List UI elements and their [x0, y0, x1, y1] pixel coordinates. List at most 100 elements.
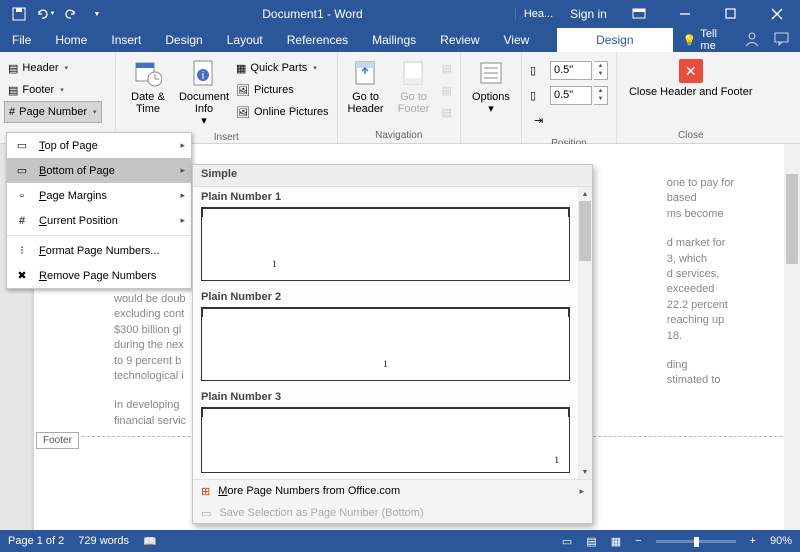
header-position-icon: ▯ — [530, 64, 548, 77]
page-count[interactable]: Page 1 of 2 — [8, 535, 64, 547]
document-info-button[interactable]: iDocument Info▾ — [176, 55, 232, 129]
tab-layout[interactable]: Layout — [215, 28, 275, 52]
word-count[interactable]: 729 words — [78, 535, 129, 547]
group-options: Options▾ Options — [461, 52, 522, 143]
format-page-numbers-icon: ⁝ — [13, 242, 31, 260]
gallery-scrollbar[interactable]: ▲ ▼ — [578, 187, 592, 479]
header-from-top-input[interactable]: ▯0.5"▲▼ — [530, 59, 608, 81]
menu-page-margins[interactable]: ▫Page Margins▸ — [7, 183, 191, 208]
context-tab-label[interactable]: Hea... — [515, 8, 561, 20]
page-number-button[interactable]: #Page Number▾ — [4, 101, 102, 123]
next-button[interactable]: ▤ — [438, 79, 456, 101]
menu-remove-page-numbers[interactable]: ✖Remove Page Numbers — [7, 263, 191, 288]
more-page-numbers-button[interactable]: ⊞More Page Numbers from Office.com▸ — [193, 480, 592, 502]
tab-insert[interactable]: Insert — [99, 28, 153, 52]
insert-alignment-tab-button[interactable]: ⇥ — [530, 109, 608, 131]
close-icon[interactable] — [754, 0, 800, 28]
redo-icon[interactable] — [58, 1, 84, 27]
top-of-page-icon: ▭ — [13, 137, 31, 155]
menu-current-position[interactable]: #Current Position▸ — [7, 208, 191, 233]
preview-label-3: Plain Number 3 — [201, 391, 570, 403]
footer-button[interactable]: ▤Footer▾ — [4, 79, 102, 101]
zoom-slider[interactable] — [656, 540, 736, 543]
date-time-button[interactable]: Date & Time — [120, 55, 176, 129]
svg-text:i: i — [202, 70, 204, 82]
tab-home[interactable]: Home — [43, 28, 99, 52]
preview-plain-number-1[interactable]: 1 — [201, 207, 570, 281]
pictures-icon: 🖼 — [236, 84, 250, 97]
menu-bottom-of-page[interactable]: ▭Bottom of Page▸ — [7, 158, 191, 183]
goto-footer-icon — [398, 57, 430, 89]
tab-mailings[interactable]: Mailings — [360, 28, 428, 52]
vertical-scrollbar[interactable] — [784, 144, 800, 530]
save-selection-button: ▭Save Selection as Page Number (Bottom) — [193, 502, 592, 524]
tab-design[interactable]: Design — [153, 28, 214, 52]
save-icon[interactable] — [6, 1, 32, 27]
preview-label-1: Plain Number 1 — [201, 191, 570, 203]
online-pictures-icon: 🖼 — [236, 106, 250, 119]
preview-plain-number-3[interactable]: 1 — [201, 407, 570, 473]
footer-label-tag: Footer — [36, 432, 79, 449]
page-number-gallery: Simple Plain Number 1 1 Plain Number 2 1… — [192, 164, 593, 524]
minimize-icon[interactable] — [662, 0, 708, 28]
footer-position-icon: ▯ — [530, 89, 548, 102]
sign-in-button[interactable]: Sign in — [561, 7, 616, 21]
link-previous-button[interactable]: ▤ — [438, 101, 456, 123]
document-info-icon: i — [188, 57, 220, 89]
online-pictures-button[interactable]: 🖼Online Pictures — [232, 101, 333, 123]
view-print-layout-icon[interactable]: ▤ — [586, 535, 596, 548]
spellcheck-icon[interactable]: 📖 — [143, 535, 157, 548]
tab-view[interactable]: View — [492, 28, 542, 52]
office-icon: ⊞ — [201, 485, 210, 498]
close-header-footer-button[interactable]: ✕Close Header and Footer — [621, 55, 761, 127]
comments-icon[interactable] — [774, 32, 790, 49]
footer-from-bottom-input[interactable]: ▯0.5"▲▼ — [530, 84, 608, 106]
group-navigation: Go to Header Go to Footer ▤ ▤ ▤ Navigati… — [338, 52, 461, 143]
quick-parts-button[interactable]: ▦Quick Parts▾ — [232, 57, 333, 79]
title-bar: ▼ ▼ Document1 - Word Hea... Sign in — [0, 0, 800, 28]
page-number-icon: # — [9, 106, 15, 118]
footer-icon: ▤ — [8, 84, 18, 97]
undo-icon[interactable]: ▼ — [32, 1, 58, 27]
header-button[interactable]: ▤Header▾ — [4, 57, 102, 79]
date-time-icon — [132, 57, 164, 89]
current-position-icon: # — [13, 212, 31, 230]
options-icon — [475, 57, 507, 89]
preview-label-2: Plain Number 2 — [201, 291, 570, 303]
pictures-button[interactable]: 🖼Pictures — [232, 79, 333, 101]
tab-references[interactable]: References — [275, 28, 360, 52]
tab-file[interactable]: File — [0, 28, 43, 52]
account-icon[interactable] — [744, 31, 760, 50]
view-read-mode-icon[interactable]: ▭ — [562, 535, 572, 548]
window-title: Document1 - Word — [110, 7, 515, 21]
status-bar: Page 1 of 2 729 words 📖 ▭ ▤ ▦ − + 90% — [0, 530, 800, 552]
menu-top-of-page[interactable]: ▭Top of Page▸ — [7, 133, 191, 158]
goto-header-button[interactable]: Go to Header — [342, 55, 390, 127]
maximize-icon[interactable] — [708, 0, 754, 28]
group-insert: Date & Time iDocument Info▾ ▦Quick Parts… — [116, 52, 338, 143]
remove-page-numbers-icon: ✖ — [13, 267, 31, 285]
page-number-menu: ▭Top of Page▸ ▭Bottom of Page▸ ▫Page Mar… — [6, 132, 192, 289]
ribbon-display-options-icon[interactable] — [616, 0, 662, 28]
save-selection-icon: ▭ — [201, 507, 211, 520]
header-icon: ▤ — [8, 62, 18, 75]
gallery-header: Simple — [193, 165, 592, 187]
page-margins-icon: ▫ — [13, 187, 31, 205]
view-web-layout-icon[interactable]: ▦ — [611, 535, 621, 548]
goto-header-icon — [350, 57, 382, 89]
qat-customize-icon[interactable]: ▼ — [84, 1, 110, 27]
options-button[interactable]: Options▾ — [465, 55, 517, 127]
previous-button[interactable]: ▤ — [438, 57, 456, 79]
zoom-out-button[interactable]: − — [635, 535, 641, 547]
bottom-of-page-icon: ▭ — [13, 162, 31, 180]
goto-footer-button[interactable]: Go to Footer — [390, 55, 438, 127]
tab-header-footer-design[interactable]: Design — [557, 28, 673, 52]
tab-review[interactable]: Review — [428, 28, 491, 52]
ribbon: ▤Header▾ ▤Footer▾ #Page Number▾ x Date &… — [0, 52, 800, 144]
tell-me-search[interactable]: 💡Tell me — [673, 28, 744, 52]
preview-plain-number-2[interactable]: 1 — [201, 307, 570, 381]
lightbulb-icon: 💡 — [683, 34, 697, 47]
menu-format-page-numbers[interactable]: ⁝Format Page Numbers... — [7, 238, 191, 263]
zoom-level[interactable]: 90% — [770, 535, 792, 547]
zoom-in-button[interactable]: + — [750, 535, 756, 547]
